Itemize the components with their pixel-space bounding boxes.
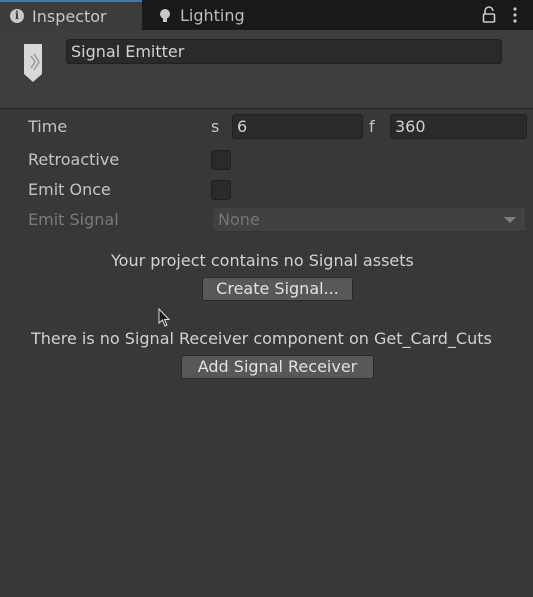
inspector-window: i Inspector Lighting Signal Emitter Time… (0, 0, 533, 597)
add-signal-receiver-button[interactable]: Add Signal Receiver (181, 355, 374, 379)
tab-lighting-label: Lighting (180, 5, 245, 25)
lock-icon[interactable] (481, 6, 497, 24)
emit-signal-label: Emit Signal (28, 210, 119, 229)
time-seconds-field[interactable]: 6 (232, 114, 363, 139)
retroactive-checkbox[interactable] (211, 150, 231, 170)
emit-signal-value: None (218, 210, 260, 229)
tab-tools (481, 5, 523, 25)
signal-emitter-icon (22, 44, 44, 84)
no-receiver-message: There is no Signal Receiver component on… (31, 329, 492, 348)
inspector-header: Signal Emitter (0, 30, 533, 109)
info-icon: i (10, 9, 24, 23)
tab-inspector-label: Inspector (32, 6, 107, 26)
lightbulb-icon (158, 8, 172, 22)
emit-signal-dropdown[interactable]: None (212, 207, 526, 232)
no-signal-assets-message: Your project contains no Signal assets (111, 251, 414, 270)
chevron-down-icon (504, 217, 516, 223)
time-frames-field[interactable]: 360 (390, 114, 527, 139)
tab-bar: i Inspector Lighting (0, 0, 533, 30)
emit-once-checkbox[interactable] (211, 180, 231, 200)
time-label: Time (28, 117, 68, 136)
tab-inspector[interactable]: i Inspector (0, 0, 142, 30)
emit-once-label: Emit Once (28, 180, 111, 199)
mouse-cursor-icon (158, 307, 172, 328)
create-signal-button[interactable]: Create Signal... (202, 277, 353, 301)
object-name-field[interactable]: Signal Emitter (66, 39, 502, 64)
kebab-menu-icon[interactable] (507, 6, 523, 24)
time-frames-label: f (369, 117, 375, 136)
retroactive-label: Retroactive (28, 150, 120, 169)
time-seconds-label: s (211, 117, 220, 136)
tab-lighting[interactable]: Lighting (152, 0, 282, 30)
